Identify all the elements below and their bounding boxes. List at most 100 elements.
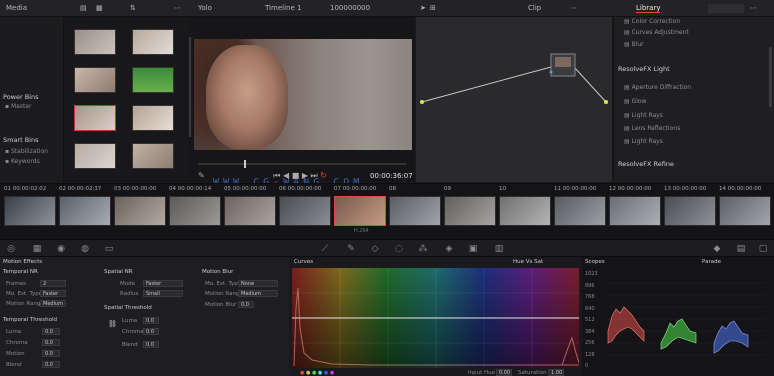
- clip-thumbnail[interactable]: [609, 196, 661, 226]
- media-thumbnail[interactable]: [132, 29, 174, 55]
- pen-icon[interactable]: ✎: [198, 171, 205, 180]
- threshold-field[interactable]: 0.0: [42, 350, 60, 357]
- smart-bin-item[interactable]: ▪ Stabilization: [5, 148, 48, 155]
- more-options-icon[interactable]: ⋯: [174, 4, 181, 12]
- threshold-field[interactable]: 0.0: [42, 361, 60, 368]
- keyframes-icon[interactable]: ◆: [712, 244, 722, 254]
- clip-thumbnail[interactable]: [499, 196, 551, 226]
- clip-thumbnail[interactable]: [554, 196, 606, 226]
- clip-thumbnail[interactable]: [444, 196, 496, 226]
- library-search-input[interactable]: [708, 4, 744, 13]
- info-icon[interactable]: ▢: [758, 244, 768, 254]
- saturation-field[interactable]: 1.00: [548, 369, 564, 376]
- library-item[interactable]: ▤ Blur: [624, 41, 644, 48]
- clip-timecode: 10: [499, 186, 506, 192]
- 3d-icon[interactable]: ▥: [494, 244, 504, 254]
- window-icon[interactable]: ◇: [370, 244, 380, 254]
- green-dot[interactable]: ●: [312, 370, 316, 376]
- blur-icon[interactable]: ⁂: [418, 244, 428, 254]
- more-icon[interactable]: ⋯: [570, 4, 577, 12]
- spatial-mode-dropdown[interactable]: Faster: [143, 280, 183, 287]
- clip-thumbnail[interactable]: [334, 196, 386, 226]
- node-port[interactable]: [549, 70, 553, 74]
- blue-dot[interactable]: ●: [324, 370, 328, 376]
- media-thumbnail[interactable]: [132, 143, 174, 169]
- frames-dropdown[interactable]: 2: [40, 280, 66, 287]
- spatial-field[interactable]: 0.0: [143, 317, 159, 324]
- output-port[interactable]: [604, 100, 608, 104]
- cyan-dot[interactable]: ●: [318, 370, 322, 376]
- power-bin-master[interactable]: ▪ Master: [5, 103, 31, 110]
- key-icon[interactable]: ◈: [444, 244, 454, 254]
- sizing-icon[interactable]: ▣: [468, 244, 478, 254]
- library-item[interactable]: ▤ Curves Adjustment: [624, 29, 689, 36]
- playhead[interactable]: [244, 160, 246, 168]
- curves-icon[interactable]: ⟋: [320, 244, 330, 254]
- library-item[interactable]: ▤ Glow: [624, 98, 646, 105]
- spatial-field[interactable]: 0.0: [143, 328, 159, 335]
- media-thumbnail[interactable]: [74, 143, 116, 169]
- resolution-dropdown[interactable]: Yolo: [198, 4, 212, 12]
- hue-vs-sat-graph[interactable]: [292, 268, 579, 368]
- spatial-radius-dropdown[interactable]: Small: [143, 290, 183, 297]
- qualifier-icon[interactable]: ✎: [346, 244, 356, 254]
- tab-library[interactable]: Library: [636, 4, 661, 13]
- scrollbar[interactable]: [189, 37, 191, 137]
- more-icon-library[interactable]: ⋯: [750, 4, 757, 12]
- grid-view-icon[interactable]: ▦: [96, 4, 103, 12]
- yellow-dot[interactable]: ●: [306, 370, 310, 376]
- scrollbar[interactable]: [769, 47, 772, 107]
- spatial-field[interactable]: 0.0: [143, 341, 159, 348]
- motion-range-dropdown[interactable]: Medium: [40, 300, 66, 307]
- clip-thumbnail[interactable]: [4, 196, 56, 226]
- mb-dropdown[interactable]: None: [238, 280, 278, 287]
- magenta-dot[interactable]: ●: [330, 370, 334, 376]
- timeline-name[interactable]: Timeline 1: [265, 4, 301, 12]
- clip-thumbnail[interactable]: [719, 196, 771, 226]
- clip-thumbnail[interactable]: [169, 196, 221, 226]
- library-item[interactable]: ▤ Color Correction: [624, 18, 680, 25]
- media-thumbnail[interactable]: [74, 105, 116, 131]
- mb-field[interactable]: 0.0: [238, 301, 254, 308]
- list-view-icon[interactable]: ▤: [80, 4, 87, 12]
- hue-dots: ● ● ● ● ● ●: [300, 370, 334, 376]
- mb-dropdown[interactable]: Medium: [238, 290, 278, 297]
- clip-thumbnail[interactable]: [224, 196, 276, 226]
- input-port[interactable]: [420, 100, 424, 104]
- grid-icon[interactable]: ⊞: [430, 4, 436, 12]
- clip-dropdown[interactable]: Clip: [528, 4, 541, 12]
- smart-bin-item[interactable]: ▪ Keywords: [5, 158, 40, 165]
- input-hue-field[interactable]: 0.00: [496, 369, 512, 376]
- curve-mode-dropdown[interactable]: Hue Vs Sat: [513, 259, 543, 265]
- clip-thumbnail[interactable]: [664, 196, 716, 226]
- clip-thumbnail[interactable]: [114, 196, 166, 226]
- scopes-icon[interactable]: ▤: [736, 244, 746, 254]
- mo-est-dropdown[interactable]: Faster: [40, 290, 66, 297]
- library-item[interactable]: ▤ Light Rays: [624, 112, 663, 119]
- media-thumbnail[interactable]: [74, 67, 116, 93]
- scope-mode-dropdown[interactable]: Parade: [702, 259, 721, 265]
- motion-effects-icon[interactable]: ▭: [104, 244, 114, 254]
- clip-thumbnail[interactable]: [59, 196, 111, 226]
- color-wheels-icon[interactable]: ◉: [56, 244, 66, 254]
- camera-raw-icon[interactable]: ◎: [6, 244, 16, 254]
- media-pool-button[interactable]: Media: [6, 4, 27, 12]
- pointer-icon[interactable]: ➤: [420, 4, 426, 12]
- library-item[interactable]: ▤ Light Rays: [624, 138, 663, 145]
- library-item[interactable]: ▤ Aperture Diffraction: [624, 84, 691, 91]
- red-dot[interactable]: ●: [300, 370, 304, 376]
- media-thumbnail[interactable]: [132, 105, 174, 131]
- clip-thumbnail[interactable]: [389, 196, 441, 226]
- rgb-mixer-icon[interactable]: ◍: [80, 244, 90, 254]
- color-match-icon[interactable]: ▦: [32, 244, 42, 254]
- viewer-scrubber[interactable]: [198, 160, 406, 168]
- sort-icon[interactable]: ⇅: [130, 4, 136, 12]
- threshold-field[interactable]: 0.0: [42, 328, 60, 335]
- media-thumbnail[interactable]: [132, 67, 174, 93]
- media-thumbnail[interactable]: [74, 29, 116, 55]
- tracker-icon[interactable]: ◌: [394, 244, 404, 254]
- threshold-field[interactable]: 0.0: [42, 339, 60, 346]
- clip-thumbnail[interactable]: [279, 196, 331, 226]
- library-item[interactable]: ▤ Lens Reflections: [624, 125, 680, 132]
- link-icon[interactable]: ⛓: [108, 320, 117, 328]
